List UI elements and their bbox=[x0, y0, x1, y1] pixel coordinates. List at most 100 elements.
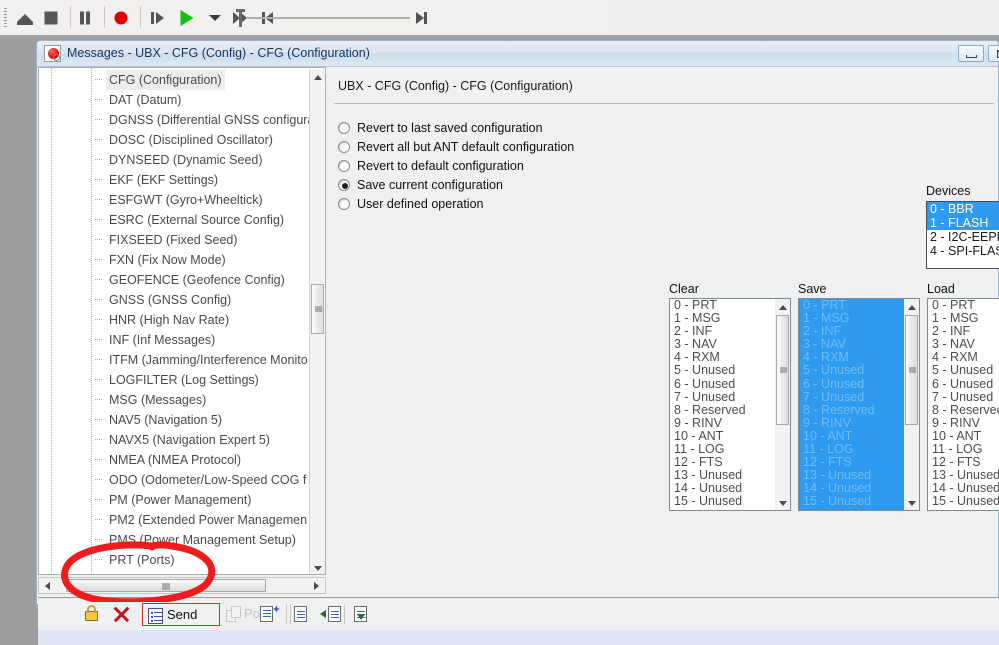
radio-indicator[interactable] bbox=[338, 160, 350, 172]
chevron-up-icon bbox=[314, 75, 322, 80]
load-mask-item[interactable]: 15 - Unused bbox=[928, 495, 999, 508]
tree-scroll-down-button[interactable] bbox=[310, 560, 325, 575]
clear-mask-items: 0 - PRT1 - MSG2 - INF3 - NAV4 - RXM5 - U… bbox=[670, 299, 775, 510]
radio-indicator[interactable] bbox=[338, 179, 350, 191]
device-list-item[interactable]: 2 - I2C-EEPROM bbox=[927, 230, 999, 244]
toolbar-grip[interactable] bbox=[4, 8, 7, 28]
restore-button[interactable] bbox=[988, 45, 999, 62]
arrow-left-icon bbox=[320, 610, 326, 618]
devices-listbox[interactable]: 0 - BBR1 - FLASH2 - I2C-EEPROM4 - SPI-FL… bbox=[926, 201, 999, 269]
radio-option-label: User defined operation bbox=[357, 195, 483, 214]
eject-button[interactable] bbox=[14, 7, 36, 28]
seek-slider-thumb[interactable] bbox=[236, 9, 245, 27]
chevron-down-icon bbox=[209, 15, 221, 21]
tree-scroll-right-button[interactable] bbox=[309, 578, 325, 593]
clear-mask-item[interactable]: 8 - Reserved bbox=[670, 404, 775, 417]
radio-indicator[interactable] bbox=[338, 141, 350, 153]
save-mask-item[interactable]: 7 - Unused bbox=[799, 391, 904, 404]
eject-icon-bar bbox=[17, 22, 33, 25]
config-panel: UBX - CFG (Config) - CFG (Configuration)… bbox=[330, 67, 998, 575]
go-to-end-button[interactable] bbox=[412, 7, 434, 28]
tree-item-connector bbox=[95, 419, 103, 420]
save-scroll-thumb[interactable] bbox=[905, 315, 918, 425]
send-icon-line-1 bbox=[154, 612, 162, 613]
tree-horizontal-scrollbar[interactable] bbox=[38, 577, 326, 594]
save-scroll-up-button[interactable] bbox=[904, 299, 919, 314]
device-list-item[interactable]: 1 - FLASH bbox=[927, 216, 999, 230]
window-title-bar[interactable]: Messages - UBX - CFG (Config) - CFG (Con… bbox=[37, 41, 998, 67]
send-icon-line-3 bbox=[154, 620, 162, 621]
clear-mask-item[interactable]: 15 - Unused bbox=[670, 495, 775, 508]
radio-indicator[interactable] bbox=[338, 198, 350, 210]
load-mask-item[interactable]: 6 - Unused bbox=[928, 378, 999, 391]
message-tree[interactable]: CFG (Configuration)DAT (Datum)DGNSS (Dif… bbox=[38, 67, 326, 575]
save-mask-item[interactable]: 6 - Unused bbox=[799, 378, 904, 391]
record-icon bbox=[115, 11, 128, 24]
tree-scroll-left-button[interactable] bbox=[39, 578, 55, 593]
cancel-button[interactable] bbox=[110, 603, 134, 626]
config-wizard-button[interactable]: ✦ bbox=[256, 603, 284, 626]
save-scroll-down-button[interactable] bbox=[904, 495, 919, 510]
send-button[interactable]: Send bbox=[142, 603, 220, 626]
save-mask-item[interactable]: 15 - Unused bbox=[799, 495, 904, 508]
tree-item-connector bbox=[95, 179, 103, 180]
stop-button[interactable] bbox=[40, 7, 62, 28]
send-message-button[interactable] bbox=[348, 603, 376, 626]
load-mask-item[interactable]: 7 - Unused bbox=[928, 391, 999, 404]
clear-mask-item[interactable]: 7 - Unused bbox=[670, 391, 775, 404]
clear-scroll-thumb[interactable] bbox=[776, 315, 789, 425]
minimize-button[interactable] bbox=[958, 45, 984, 62]
chevron-up-icon bbox=[908, 305, 916, 310]
view-message-button[interactable] bbox=[290, 603, 318, 626]
tree-item-label: MSG (Messages) bbox=[106, 390, 209, 410]
tree-item-label: NAV5 (Navigation 5) bbox=[106, 410, 225, 430]
clear-mask-item[interactable]: 9 - RINV bbox=[670, 417, 775, 430]
toolbar-separator-3 bbox=[140, 6, 141, 28]
save-mask-item[interactable]: 9 - RINV bbox=[799, 417, 904, 430]
lock-icon[interactable] bbox=[82, 603, 102, 626]
tree-scroll-up-button[interactable] bbox=[310, 69, 325, 84]
clear-scroll-down-button[interactable] bbox=[775, 495, 790, 510]
load-mask-item[interactable]: 5 - Unused bbox=[928, 364, 999, 377]
pause-button[interactable] bbox=[74, 7, 96, 28]
tree-item-label: NMEA (NMEA Protocol) bbox=[106, 450, 244, 470]
save-mask-listbox[interactable]: 0 - PRT1 - MSG2 - INF3 - NAV4 - RXM5 - U… bbox=[798, 298, 920, 511]
tree-item-connector bbox=[95, 279, 103, 280]
tree-item-connector bbox=[95, 479, 103, 480]
tree-item-label: EKF (EKF Settings) bbox=[106, 170, 221, 190]
tree-item-connector bbox=[95, 239, 103, 240]
clear-scroll-up-button[interactable] bbox=[775, 299, 790, 314]
desktop-background-left bbox=[0, 36, 32, 605]
radio-option-label: Revert to default configuration bbox=[357, 157, 524, 176]
load-mask-item[interactable]: 9 - RINV bbox=[928, 417, 999, 430]
radio-indicator[interactable] bbox=[338, 122, 350, 134]
tree-item-label: ESFGWT (Gyro+Wheeltick) bbox=[106, 190, 266, 210]
tree-guide-line-2 bbox=[91, 68, 92, 575]
doc-line-3 bbox=[331, 617, 339, 618]
tree-hscroll-thumb[interactable] bbox=[66, 579, 266, 592]
load-mask-item[interactable]: 8 - Reserved bbox=[928, 404, 999, 417]
clear-mask-listbox[interactable]: 0 - PRT1 - MSG2 - INF3 - NAV4 - RXM5 - U… bbox=[669, 298, 791, 511]
clear-mask-item[interactable]: 6 - Unused bbox=[670, 378, 775, 391]
tree-scroll-thumb[interactable] bbox=[311, 284, 324, 334]
receive-message-button[interactable] bbox=[318, 603, 346, 626]
clear-mask-item[interactable]: 5 - Unused bbox=[670, 364, 775, 377]
send-icon-bullet-2 bbox=[151, 616, 153, 618]
play-button[interactable] bbox=[176, 7, 198, 28]
play-dropdown-button[interactable] bbox=[204, 7, 226, 28]
eject-icon bbox=[17, 14, 33, 22]
step-button[interactable] bbox=[146, 7, 168, 28]
clear-scrollbar[interactable] bbox=[775, 299, 790, 510]
save-scrollbar[interactable] bbox=[904, 299, 919, 510]
load-mask-listbox[interactable]: 0 - PRT1 - MSG2 - INF3 - NAV4 - RXM5 - U… bbox=[927, 298, 999, 511]
seek-slider-track[interactable] bbox=[246, 17, 410, 19]
document-window-icon bbox=[294, 606, 307, 622]
device-list-item[interactable]: 4 - SPI-FLASH bbox=[927, 244, 999, 258]
save-mask-item[interactable]: 5 - Unused bbox=[799, 364, 904, 377]
tree-item-connector bbox=[95, 99, 103, 100]
save-mask-item[interactable]: 8 - Reserved bbox=[799, 404, 904, 417]
device-list-item[interactable]: 0 - BBR bbox=[927, 202, 999, 216]
tree-vertical-scrollbar[interactable] bbox=[309, 69, 324, 575]
record-button[interactable] bbox=[110, 7, 132, 28]
tree-item-label: PM2 (Extended Power Managemen bbox=[106, 510, 310, 530]
